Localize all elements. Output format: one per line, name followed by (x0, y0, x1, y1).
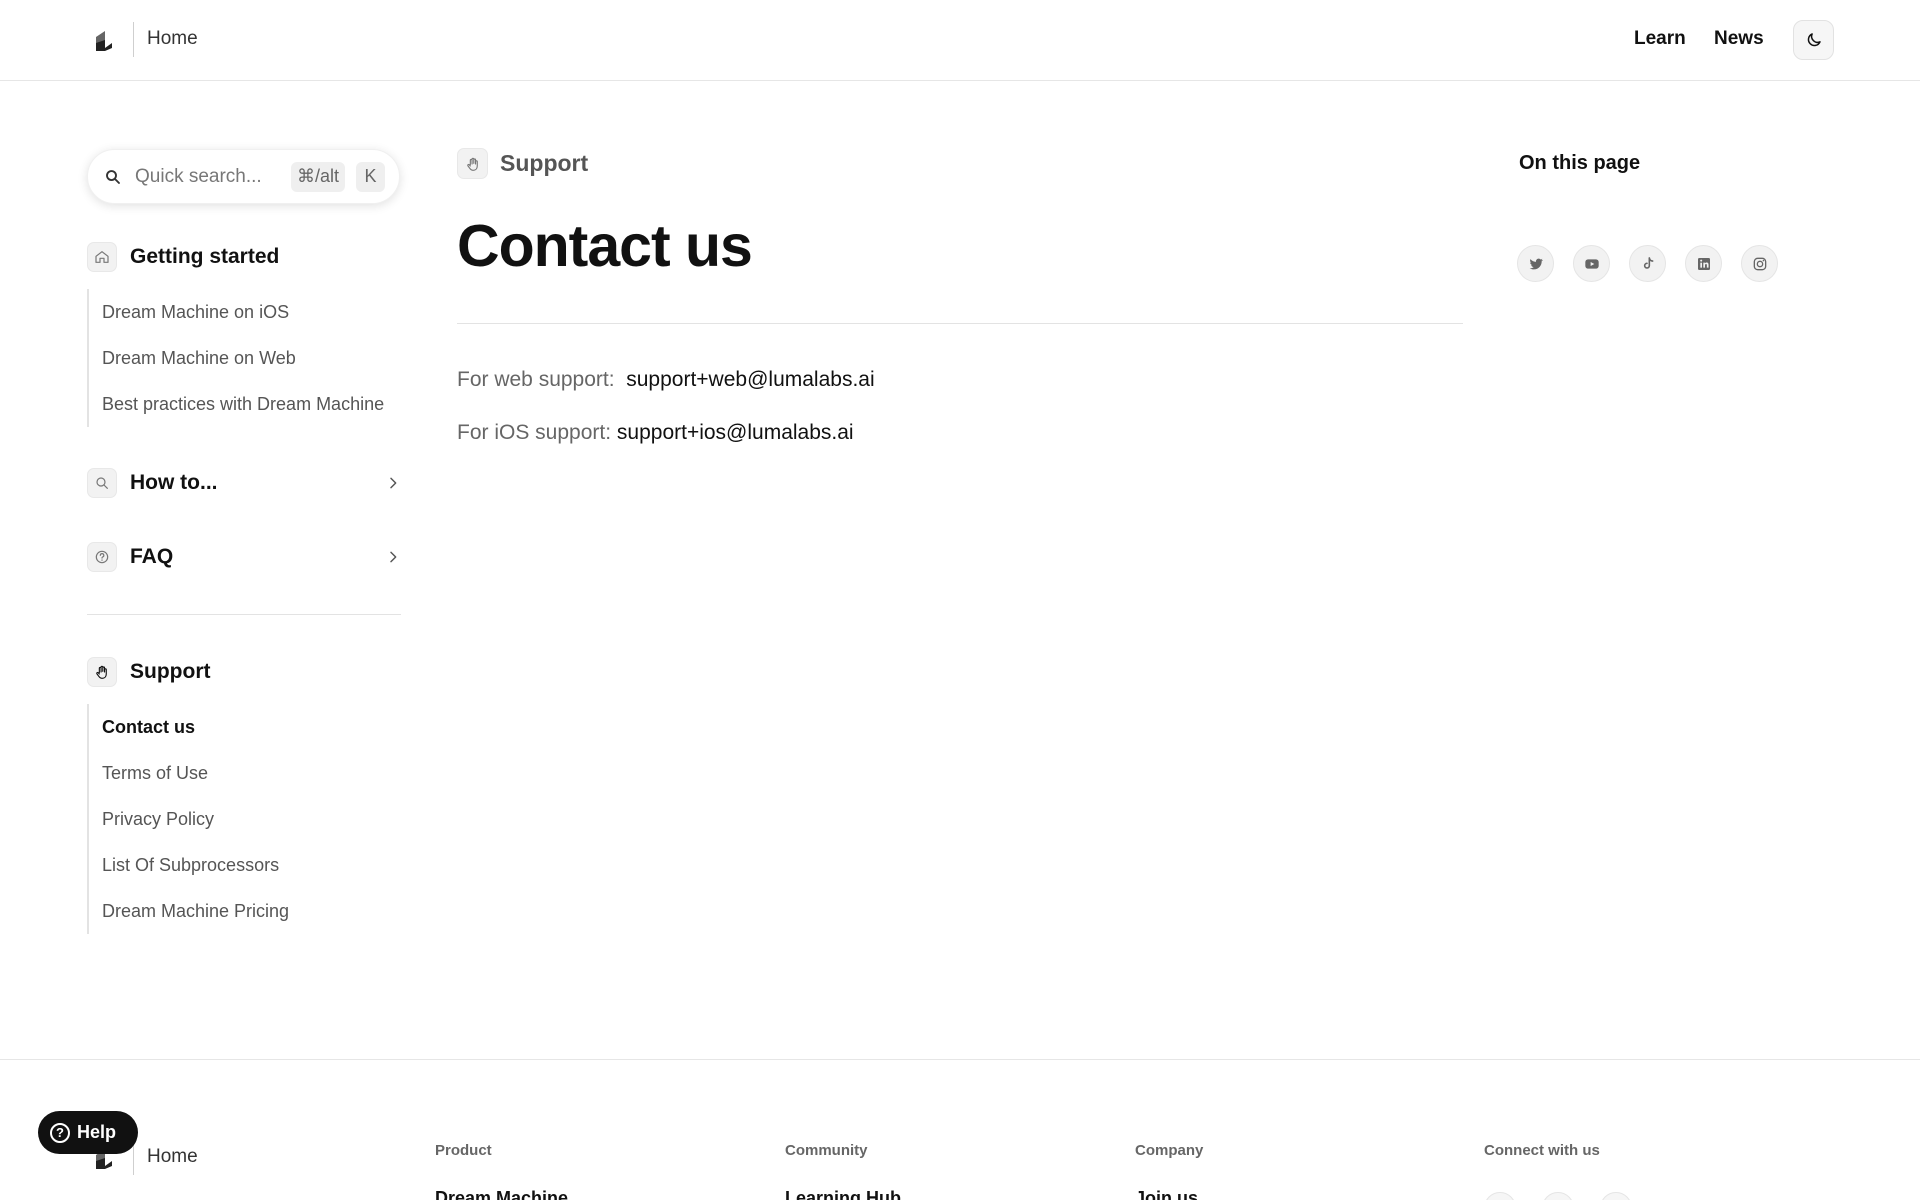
search-placeholder: Quick search... (135, 166, 262, 187)
sidebar-item-pricing[interactable]: Dream Machine Pricing (89, 888, 289, 934)
page-title: Contact us (457, 213, 753, 279)
sidebar-item-best-practices[interactable]: Best practices with Dream Machine (89, 381, 384, 427)
sidebar-item-contact-us[interactable]: Contact us (89, 704, 289, 750)
moon-icon (1807, 33, 1821, 47)
theme-toggle-button[interactable] (1793, 20, 1834, 60)
footer-link-dream-machine[interactable]: Dream Machine (435, 1188, 568, 1200)
home-link[interactable]: Home (147, 28, 198, 50)
sidebar-item-subprocessors[interactable]: List Of Subprocessors (89, 842, 289, 888)
section-how-to[interactable]: How to... (87, 468, 218, 498)
quick-search-input[interactable]: Quick search... ⌘/alt K (87, 149, 400, 204)
hand-icon (87, 657, 117, 687)
linkedin-icon[interactable] (1685, 245, 1722, 282)
footer-heading-product: Product (435, 1142, 492, 1159)
ios-support-line: For iOS support: support+ios@lumalabs.ai (457, 421, 854, 445)
shortcut-modifier-key: ⌘/alt (291, 162, 346, 192)
on-this-page-heading: On this page (1519, 152, 1641, 174)
ios-support-email-link[interactable]: support+ios@lumalabs.ai (617, 421, 854, 444)
top-navbar: Home Learn News (0, 0, 1920, 81)
instagram-icon[interactable] (1741, 245, 1778, 282)
section-title: Support (130, 660, 211, 683)
section-getting-started[interactable]: Getting started (87, 242, 279, 272)
footer-heading-connect: Connect with us (1484, 1142, 1600, 1159)
footer-heading-community: Community (785, 1142, 868, 1159)
footer-link-join-us[interactable]: Join us (1135, 1188, 1198, 1200)
section-title: How to... (130, 471, 218, 494)
web-support-label: For web support: (457, 368, 615, 391)
nav-news-link[interactable]: News (1714, 28, 1764, 50)
home-icon (87, 242, 117, 272)
search-icon (106, 170, 120, 184)
web-support-email-link[interactable]: support+web@lumalabs.ai (626, 368, 874, 391)
section-title: Getting started (130, 245, 280, 268)
footer-divider (0, 1059, 1920, 1060)
nav-learn-link[interactable]: Learn (1634, 28, 1686, 50)
question-circle-icon (87, 542, 117, 572)
sidebar-item-privacy-policy[interactable]: Privacy Policy (89, 796, 289, 842)
chevron-right-icon[interactable] (385, 475, 401, 491)
search-icon (87, 468, 117, 498)
section-faq[interactable]: FAQ (87, 542, 173, 572)
youtube-icon[interactable] (1573, 245, 1610, 282)
footer-social-icon[interactable] (1484, 1192, 1516, 1200)
hand-icon (457, 148, 488, 179)
chevron-right-icon[interactable] (385, 549, 401, 565)
section-support[interactable]: Support (87, 657, 210, 687)
section-title: FAQ (130, 545, 174, 568)
support-list: Contact us Terms of Use Privacy Policy L… (87, 704, 289, 934)
ios-support-label: For iOS support: (457, 421, 612, 444)
footer-social-icon[interactable] (1542, 1192, 1574, 1200)
twitter-icon[interactable] (1517, 245, 1554, 282)
footer-link-learning-hub[interactable]: Learning Hub (785, 1188, 901, 1200)
title-divider (457, 323, 1463, 324)
help-label: Help (77, 1122, 117, 1142)
help-button[interactable]: ? Help (38, 1111, 138, 1154)
question-icon: ? (50, 1122, 70, 1143)
getting-started-list: Dream Machine on iOS Dream Machine on We… (87, 289, 384, 427)
breadcrumb: Support (500, 150, 589, 176)
sidebar-divider (87, 614, 401, 615)
footer-home-link[interactable]: Home (147, 1146, 198, 1168)
logo-divider (133, 22, 134, 57)
sidebar-item-terms-of-use[interactable]: Terms of Use (89, 750, 289, 796)
logo-icon[interactable] (92, 29, 114, 53)
footer-social-icon[interactable] (1600, 1192, 1632, 1200)
tiktok-icon[interactable] (1629, 245, 1666, 282)
footer-heading-company: Company (1135, 1142, 1204, 1159)
sidebar-item-dream-machine-ios[interactable]: Dream Machine on iOS (89, 289, 384, 335)
shortcut-k-key: K (356, 162, 385, 192)
web-support-line: For web support: support+web@lumalabs.ai (457, 368, 875, 392)
sidebar-item-dream-machine-web[interactable]: Dream Machine on Web (89, 335, 384, 381)
